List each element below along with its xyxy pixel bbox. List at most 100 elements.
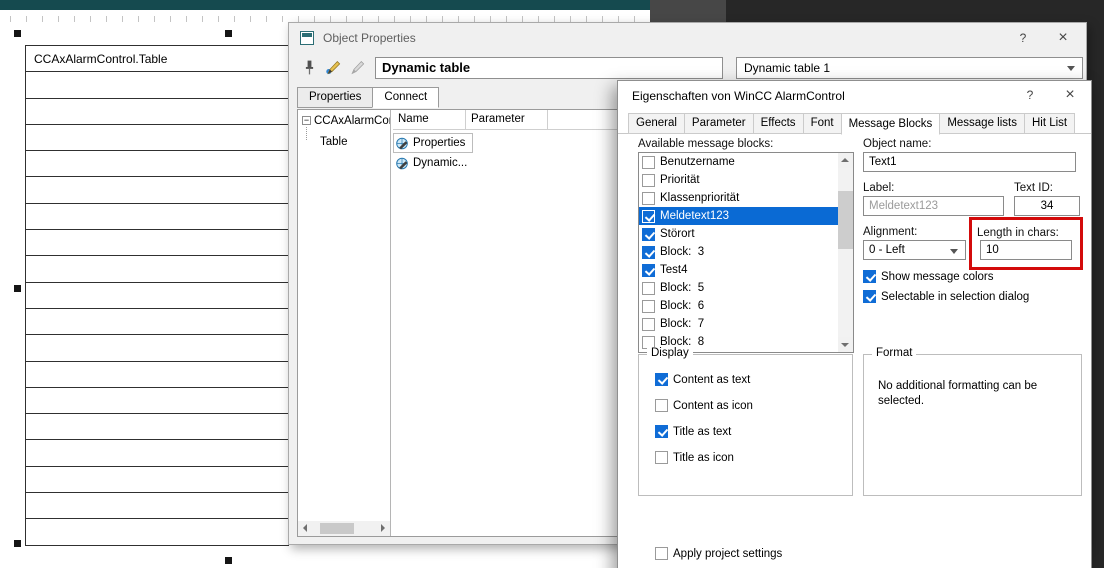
checkbox[interactable] xyxy=(655,425,668,438)
table-row xyxy=(26,440,289,466)
checkbox[interactable] xyxy=(655,451,668,464)
checkbox[interactable] xyxy=(642,228,655,241)
scroll-down-button[interactable] xyxy=(838,337,853,352)
message-block-row[interactable]: Block: 3 xyxy=(639,243,838,261)
display-option-title-as-icon[interactable]: Title as icon xyxy=(655,451,753,464)
tab-font[interactable]: Font xyxy=(803,113,842,134)
apply-project-settings-checkbox[interactable]: Apply project settings xyxy=(655,547,782,560)
selection-handle-bottom-left[interactable] xyxy=(14,540,21,547)
message-block-row[interactable]: Benutzername xyxy=(639,153,838,171)
message-block-row[interactable]: Priorität xyxy=(639,171,838,189)
message-block-row[interactable]: Klassenpriorität xyxy=(639,189,838,207)
display-option-content-as-text[interactable]: Content as text xyxy=(655,373,753,386)
dynamize-pencil-icon[interactable] xyxy=(325,59,342,76)
properties-tree: −CCAxAlarmControl Table xyxy=(298,110,391,536)
object-name-field[interactable]: Text1 xyxy=(863,152,1076,172)
object-properties-tabs: PropertiesConnect xyxy=(297,87,438,110)
checkbox[interactable] xyxy=(655,399,668,412)
selectable-in-dialog-checkbox[interactable]: Selectable in selection dialog xyxy=(863,290,1029,303)
tab-general[interactable]: General xyxy=(628,113,685,134)
checkbox[interactable] xyxy=(642,210,655,223)
object-name-input[interactable]: Dynamic table xyxy=(375,57,723,79)
column-header-parameter[interactable]: Parameter xyxy=(466,110,548,129)
checkbox[interactable] xyxy=(655,373,668,386)
checkbox[interactable] xyxy=(642,246,655,259)
format-group: Format No additional formatting can be s… xyxy=(863,354,1082,496)
alarm-control-table[interactable]: CCAxAlarmControl.Table xyxy=(25,45,289,546)
checkbox[interactable] xyxy=(863,270,876,283)
scroll-right-button[interactable] xyxy=(375,521,390,536)
message-block-row[interactable]: Meldetext123 xyxy=(639,207,838,225)
close-icon[interactable]: × xyxy=(1057,85,1083,105)
list-item-properties[interactable]: Properties xyxy=(393,133,473,153)
message-blocks-rows: BenutzernamePrioritätKlassenprioritätMel… xyxy=(639,153,853,351)
dialog-title: Eigenschaften von WinCC AlarmControl xyxy=(632,89,845,103)
scroll-left-button[interactable] xyxy=(298,521,313,536)
checkbox[interactable] xyxy=(642,156,655,169)
checkbox[interactable] xyxy=(642,264,655,277)
column-header-name[interactable]: Name xyxy=(393,110,466,129)
text-id-field[interactable]: 34 xyxy=(1014,196,1080,216)
help-button[interactable]: ? xyxy=(1017,85,1043,105)
message-block-row[interactable]: Block: 6 xyxy=(639,297,838,315)
table-row xyxy=(26,230,289,256)
length-in-chars-field[interactable]: 10 xyxy=(980,240,1072,260)
message-block-row[interactable]: Störort xyxy=(639,225,838,243)
chevron-down-icon xyxy=(950,249,958,254)
scrollbar-thumb[interactable] xyxy=(320,523,354,534)
display-option-content-as-icon[interactable]: Content as icon xyxy=(655,399,753,412)
tab-hit-list[interactable]: Hit List xyxy=(1024,113,1075,134)
selection-handle-top-middle[interactable] xyxy=(225,30,232,37)
checkbox-label: Show message colors xyxy=(881,271,994,283)
tab-message-lists[interactable]: Message lists xyxy=(939,113,1025,134)
table-row xyxy=(26,414,289,440)
message-block-row[interactable]: Block: 7 xyxy=(639,315,838,333)
tree-node-root[interactable]: −CCAxAlarmControl xyxy=(302,115,391,127)
tab-parameter[interactable]: Parameter xyxy=(684,113,754,134)
pin-icon[interactable] xyxy=(301,59,318,76)
tree-root-label: CCAxAlarmControl xyxy=(314,115,391,127)
tab-effects[interactable]: Effects xyxy=(753,113,804,134)
list-item-label: Properties xyxy=(413,137,465,149)
display-option-title-as-text[interactable]: Title as text xyxy=(655,425,753,438)
checkbox[interactable] xyxy=(642,318,655,331)
message-blocks-list[interactable]: BenutzernamePrioritätKlassenprioritätMel… xyxy=(638,152,854,353)
help-button[interactable]: ? xyxy=(1010,28,1036,48)
show-message-colors-checkbox[interactable]: Show message colors xyxy=(863,270,994,283)
vertical-scrollbar[interactable] xyxy=(838,153,853,352)
checkbox[interactable] xyxy=(642,192,655,205)
tree-node-table[interactable]: Table xyxy=(320,136,348,148)
selection-handle-top-left[interactable] xyxy=(14,30,21,37)
checkbox[interactable] xyxy=(642,282,655,295)
checkbox-label: Content as icon xyxy=(673,400,753,412)
checkbox[interactable] xyxy=(642,300,655,313)
alignment-dropdown[interactable]: 0 - Left xyxy=(863,240,966,260)
delete-dynamic-pencil-icon[interactable] xyxy=(349,59,366,76)
tab-properties[interactable]: Properties xyxy=(297,87,373,108)
checkbox[interactable] xyxy=(642,174,655,187)
checkbox-label: Selectable in selection dialog xyxy=(881,291,1029,303)
selection-handle-middle-left[interactable] xyxy=(14,285,21,292)
collapse-icon[interactable]: − xyxy=(302,116,311,125)
scroll-up-button[interactable] xyxy=(838,153,853,168)
checkbox-label: Content as text xyxy=(673,374,750,386)
list-item-dynamic-[interactable]: Dynamic... xyxy=(393,153,475,173)
checkbox[interactable] xyxy=(655,547,668,560)
horizontal-scrollbar[interactable] xyxy=(298,521,390,536)
message-block-row[interactable]: Block: 5 xyxy=(639,279,838,297)
message-block-label: Störort xyxy=(660,228,695,240)
tab-message-blocks[interactable]: Message Blocks xyxy=(841,113,941,135)
table-row xyxy=(26,493,289,519)
selection-handle-bottom-middle[interactable] xyxy=(225,557,232,564)
object-properties-titlebar[interactable]: Object Properties ? × xyxy=(289,23,1086,53)
table-row xyxy=(26,204,289,230)
object-selector-dropdown[interactable]: Dynamic table 1 xyxy=(736,57,1083,79)
label-field[interactable]: Meldetext123 xyxy=(863,196,1004,216)
scrollbar-thumb[interactable] xyxy=(838,191,853,249)
close-icon[interactable]: × xyxy=(1050,28,1076,48)
checkbox[interactable] xyxy=(863,290,876,303)
tab-connect[interactable]: Connect xyxy=(372,87,439,108)
message-block-label: Block: 5 xyxy=(660,282,704,294)
message-block-row[interactable]: Test4 xyxy=(639,261,838,279)
wincc-alarmcontrol-dialog: Eigenschaften von WinCC AlarmControl ? ×… xyxy=(617,80,1092,568)
